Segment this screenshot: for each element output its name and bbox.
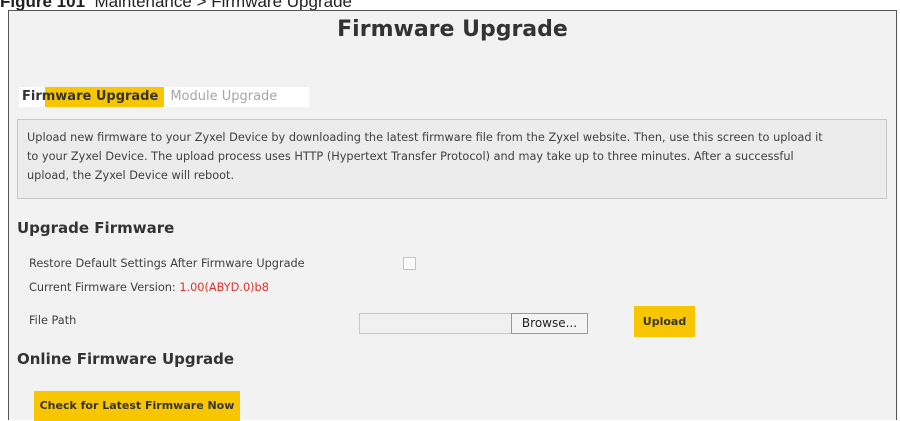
- info-line-1: Upload new firmware to your Zyxel Device…: [27, 131, 823, 144]
- file-path-input[interactable]: [359, 313, 511, 334]
- figure-caption: Figure 101 Maintenance > Firmware Upgrad…: [0, 0, 352, 11]
- upgrade-firmware-heading: Upgrade Firmware: [17, 219, 175, 237]
- current-version-label: Current Firmware Version:: [29, 281, 180, 294]
- tab-bar: Firmware Upgrade Module Upgrade: [19, 87, 309, 107]
- restore-defaults-label: Restore Default Settings After Firmware …: [29, 257, 305, 270]
- firmware-upgrade-panel: Firmware Upgrade Firmware Upgrade Module…: [8, 10, 897, 421]
- info-box: Upload new firmware to your Zyxel Device…: [17, 119, 887, 199]
- file-path-label: File Path: [29, 314, 77, 327]
- check-latest-firmware-button[interactable]: Check for Latest Firmware Now: [34, 391, 240, 421]
- tab-firmware-upgrade[interactable]: Firmware Upgrade: [19, 87, 165, 107]
- upload-button[interactable]: Upload: [634, 306, 695, 337]
- online-upgrade-heading: Online Firmware Upgrade: [17, 350, 235, 368]
- restore-defaults-checkbox[interactable]: [403, 257, 416, 270]
- info-line-3: upload, the Zyxel Device will reboot.: [27, 169, 235, 182]
- browse-button[interactable]: Browse...: [511, 313, 588, 334]
- current-version-row: Current Firmware Version: 1.00(ABYD.0)b8: [29, 281, 269, 294]
- tab-module-upgrade[interactable]: Module Upgrade: [164, 87, 283, 107]
- page-title: Firmware Upgrade: [337, 17, 568, 42]
- current-version-value: 1.00(ABYD.0)b8: [179, 281, 269, 294]
- info-line-2: to your Zyxel Device. The upload process…: [27, 150, 794, 163]
